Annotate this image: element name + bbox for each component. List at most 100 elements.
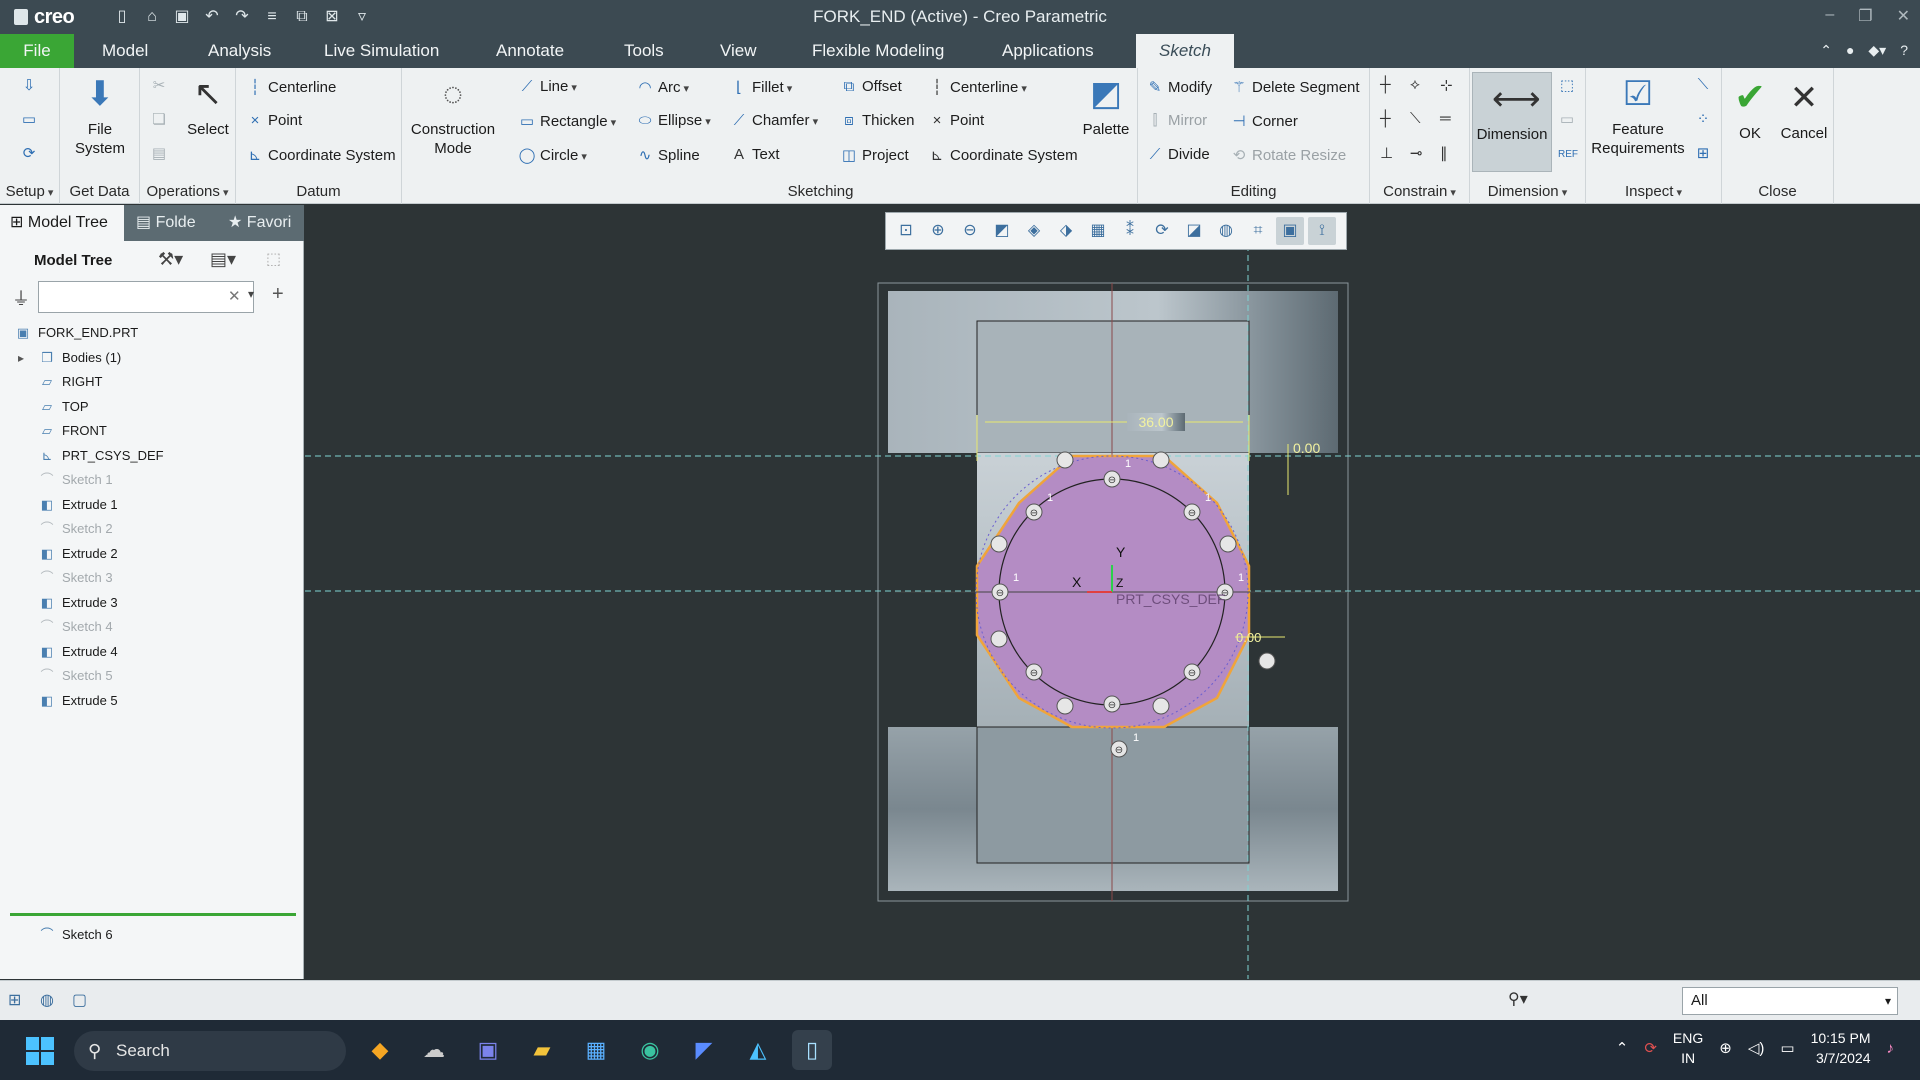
teams-icon[interactable]: ▣ xyxy=(468,1030,508,1070)
refit-icon[interactable]: ⊡ xyxy=(892,217,920,245)
corner-button[interactable]: ⊣ Corner xyxy=(1230,112,1297,130)
navigator-toggle-icon[interactable]: ⊞ xyxy=(8,990,21,1010)
spin-center-icon[interactable]: ◪ xyxy=(1180,217,1208,245)
construction-mode-button[interactable]: ◌ Construction Mode xyxy=(406,74,500,158)
graphics-window[interactable]: 36.00 0.00 0.00 ⊖ ⊖ ⊖ ⊖ ⊖ ⊖ ⊖ ⊖ ⊖ 1 1 1 … xyxy=(305,205,1920,979)
tray-chevron-icon[interactable]: ⌃ xyxy=(1616,1039,1629,1057)
sketcher-display-icon[interactable]: ▣ xyxy=(1276,217,1304,245)
photos-icon[interactable]: ◭ xyxy=(738,1030,778,1070)
tree-item[interactable]: ⌒ Sketch 3 xyxy=(38,566,112,590)
file-explorer-icon[interactable]: ▰ xyxy=(522,1030,562,1070)
perpendicular-constraint-icon[interactable]: ⊥ xyxy=(1380,144,1393,162)
modify-button[interactable]: ✎ Modify xyxy=(1146,78,1212,96)
references-icon[interactable]: ⟳ xyxy=(20,144,42,162)
perimeter-icon[interactable]: ▭ xyxy=(1558,110,1580,128)
cancel-button[interactable]: ✕ Cancel xyxy=(1778,78,1830,143)
tree-item[interactable]: ◧ Extrude 2 xyxy=(38,542,118,566)
reference-icon[interactable]: REF xyxy=(1558,144,1580,161)
constraint-display-icon[interactable]: ⟟ xyxy=(1308,217,1336,245)
operations-label[interactable]: Operations xyxy=(140,183,235,200)
offset-dimension-top[interactable]: 0.00 xyxy=(1293,440,1320,456)
circle-button[interactable]: ◯ Circle xyxy=(518,146,587,164)
columns-icon[interactable]: ⬚ xyxy=(266,249,281,269)
constrain-label[interactable]: Constrain xyxy=(1370,183,1469,200)
tab-tools[interactable]: Tools xyxy=(610,34,678,68)
view-manager-icon[interactable]: ▦ xyxy=(1084,217,1112,245)
file-system-button[interactable]: ⬇ File System xyxy=(64,74,136,158)
datum-centerline-button[interactable]: ┆ Centerline xyxy=(246,78,336,96)
language-indicator[interactable]: ENG IN xyxy=(1673,1028,1703,1068)
tab-file[interactable]: File xyxy=(0,34,74,68)
divide-button[interactable]: ⟋ Divide xyxy=(1146,146,1210,163)
coincident-constraint-icon[interactable]: ⟍ xyxy=(1410,110,1421,127)
tree-item[interactable]: ⌒ Sketch 5 xyxy=(38,664,112,688)
copy-icon[interactable]: ❏ xyxy=(150,110,172,128)
paste-icon[interactable]: ▤ xyxy=(150,144,172,162)
line-button[interactable]: ⟋ Line xyxy=(518,78,577,95)
rotate-resize-button[interactable]: ⟲ Rotate Resize xyxy=(1230,146,1347,164)
highlight-open-ends-icon[interactable]: ⁘ xyxy=(1694,110,1716,128)
tab-favorites[interactable]: ★ Favori xyxy=(218,205,304,241)
clock[interactable]: 10:15 PM 3/7/2024 xyxy=(1811,1028,1871,1068)
offset-button[interactable]: ⧉ Offset xyxy=(840,78,902,95)
spline-button[interactable]: ∿ Spline xyxy=(636,146,700,164)
find-icon[interactable]: ⚲▾ xyxy=(1508,989,1528,1009)
tab-analysis[interactable]: Analysis xyxy=(194,34,285,68)
arc-button[interactable]: ◠ Arc xyxy=(636,78,689,96)
baseline-icon[interactable]: ⬚ xyxy=(1558,76,1580,94)
tree-item-active-sketch[interactable]: ⌒ Sketch 6 xyxy=(38,923,112,947)
copilot-icon[interactable]: ◆ xyxy=(360,1030,400,1070)
tree-item[interactable]: ⌒ Sketch 2 xyxy=(38,517,112,541)
width-dimension[interactable]: 36.00 xyxy=(1138,414,1173,430)
rectangle-button[interactable]: ▭ Rectangle xyxy=(518,112,616,130)
tab-annotate[interactable]: Annotate xyxy=(482,34,578,68)
weather-icon[interactable]: ☁ xyxy=(414,1030,454,1070)
creo-app-icon[interactable]: ◤ xyxy=(684,1030,724,1070)
tree-item[interactable]: ▣ FORK_END.PRT xyxy=(14,321,138,345)
display-style-icon[interactable]: ◈ xyxy=(1020,217,1048,245)
inspect-label[interactable]: Inspect xyxy=(1586,183,1721,200)
tangent-constraint-icon[interactable]: ⟡ xyxy=(1410,76,1420,93)
notifications-icon[interactable]: ♪ xyxy=(1887,1040,1895,1057)
project-button[interactable]: ◫ Project xyxy=(840,146,909,164)
symmetric-constraint-icon[interactable]: ⊸ xyxy=(1410,144,1423,162)
zoom-in-icon[interactable]: ⊕ xyxy=(924,217,952,245)
shade-closed-loops-icon[interactable]: ⊞ xyxy=(1694,144,1716,162)
sync-icon[interactable]: ⟳ xyxy=(1644,1039,1657,1057)
ok-button[interactable]: ✔ OK xyxy=(1726,78,1774,143)
delete-segment-button[interactable]: ⚚ Delete Segment xyxy=(1230,78,1359,96)
midpoint-constraint-icon[interactable]: ⊹ xyxy=(1440,76,1453,94)
palette-button[interactable]: ◩ Palette xyxy=(1078,74,1134,139)
tree-item[interactable]: ⊾ PRT_CSYS_DEF xyxy=(38,444,164,468)
vertical-constraint-icon[interactable]: ┼ xyxy=(1380,76,1391,93)
sketch-centerline-button[interactable]: ┆ Centerline xyxy=(928,78,1027,96)
equal-constraint-icon[interactable]: ═ xyxy=(1440,110,1451,127)
thicken-button[interactable]: ⧈ Thicken xyxy=(840,112,914,129)
tree-search-input[interactable] xyxy=(38,281,254,313)
chamfer-button[interactable]: ⟋ Chamfer xyxy=(730,112,818,129)
clear-filter-icon[interactable]: ✕ xyxy=(228,287,241,305)
tab-model-tree[interactable]: ⊞ Model Tree xyxy=(0,205,124,241)
tree-item[interactable]: ◧ Extrude 4 xyxy=(38,640,118,664)
datum-display-icon[interactable]: ⁑ xyxy=(1116,217,1144,245)
tree-item[interactable]: ▱ TOP xyxy=(38,395,89,419)
full-screen-icon[interactable]: ▢ xyxy=(72,990,87,1010)
tab-sketch[interactable]: Sketch xyxy=(1136,34,1234,68)
tree-item[interactable]: ◧ Extrude 1 xyxy=(38,493,118,517)
parallel-constraint-icon[interactable]: ∥ xyxy=(1440,144,1448,162)
dimension-label[interactable]: Dimension xyxy=(1470,183,1585,200)
tree-item[interactable]: ⌒ Sketch 1 xyxy=(38,468,112,492)
mirror-button[interactable]: ⫿ Mirror xyxy=(1146,112,1208,129)
sketch-view-icon[interactable]: ▭ xyxy=(20,110,42,128)
fillet-button[interactable]: ⌊ Fillet xyxy=(730,78,792,96)
tab-model[interactable]: Model xyxy=(88,34,162,68)
annotation-display-icon[interactable]: ⟳ xyxy=(1148,217,1176,245)
notepad-icon[interactable]: ▯ xyxy=(792,1030,832,1070)
sketch-csys-button[interactable]: ⊾ Coordinate System xyxy=(928,146,1078,164)
sketch-view-icon[interactable]: ⌗ xyxy=(1244,217,1272,245)
restore-icon[interactable]: ❐ xyxy=(1858,6,1872,26)
tree-item[interactable]: ⌒ Sketch 4 xyxy=(38,615,112,639)
saved-orientations-icon[interactable]: ⬗ xyxy=(1052,217,1080,245)
tree-item[interactable]: ◧ Extrude 5 xyxy=(38,689,118,713)
offset-dimension-side[interactable]: 0.00 xyxy=(1236,630,1261,645)
